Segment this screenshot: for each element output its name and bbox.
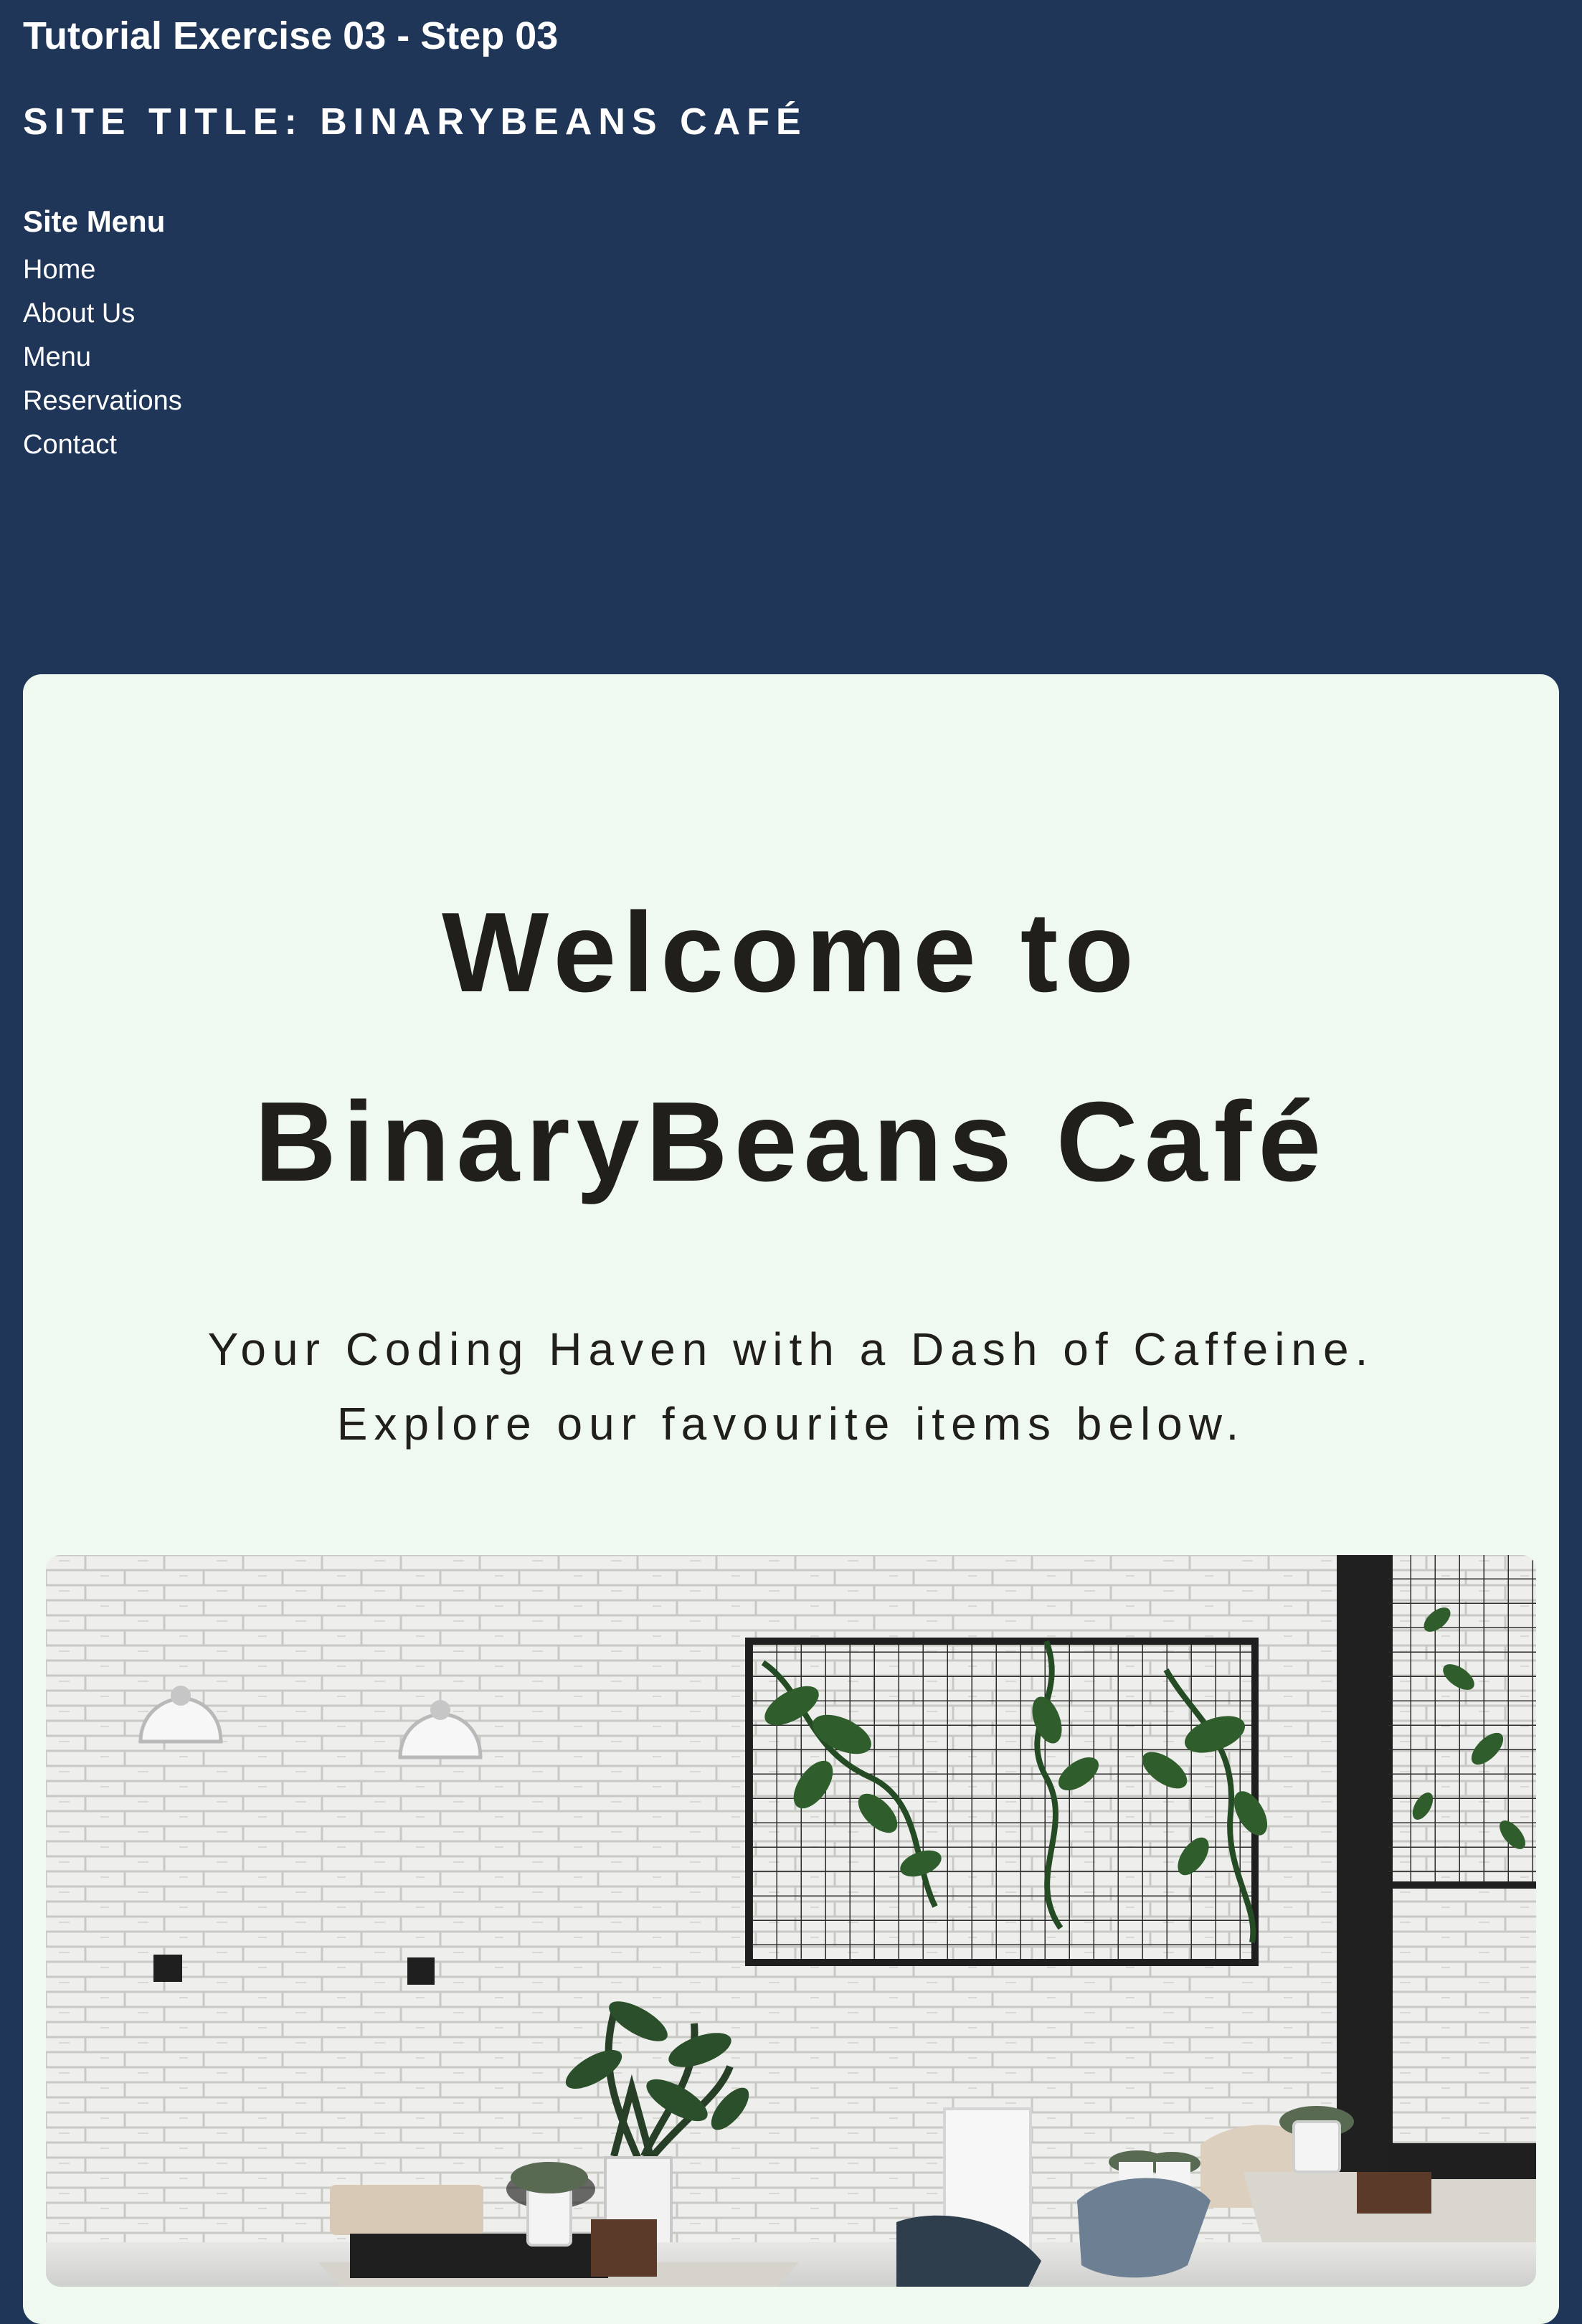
site-menu-list: Home About Us Menu Reservations Contact	[23, 248, 182, 467]
site-menu-item-reservations: Reservations	[23, 379, 182, 423]
wall-grid-planter	[745, 1638, 1268, 1966]
home-link[interactable]: Home	[23, 255, 95, 285]
tagline: Your Coding Haven with a Dash of Caffein…	[0, 1312, 1582, 1461]
wall-socket-right	[407, 1957, 435, 1985]
site-menu-heading: Site Menu	[23, 204, 166, 238]
tagline-line-2: Explore our favourite items below.	[336, 1398, 1246, 1450]
reservations-link[interactable]: Reservations	[23, 386, 182, 416]
cafe-interior-image	[46, 1555, 1536, 2287]
site-menu-item-menu: Menu	[23, 336, 182, 379]
welcome-line-1: Welcome to	[442, 889, 1140, 1016]
menu-link[interactable]: Menu	[23, 342, 91, 372]
welcome-heading: Welcome to BinaryBeans Café	[0, 858, 1582, 1237]
tagline-line-1: Your Coding Haven with a Dash of Caffein…	[207, 1323, 1375, 1375]
about-us-link[interactable]: About Us	[23, 298, 135, 329]
site-menu-item-home: Home	[23, 248, 182, 292]
site-title: SITE TITLE: BINARYBEANS CAFÉ	[23, 101, 807, 143]
wall-socket-left	[153, 1955, 182, 1982]
page-heading: Tutorial Exercise 03 - Step 03	[23, 14, 559, 57]
welcome-line-2: BinaryBeans Café	[254, 1079, 1328, 1205]
site-menu-item-contact: Contact	[23, 423, 182, 467]
cafe-interior-illustration	[46, 1555, 1536, 2287]
site-menu-item-about-us: About Us	[23, 292, 182, 336]
site-menu: Site Menu Home About Us Menu Reservation…	[23, 198, 182, 467]
contact-link[interactable]: Contact	[23, 430, 117, 460]
